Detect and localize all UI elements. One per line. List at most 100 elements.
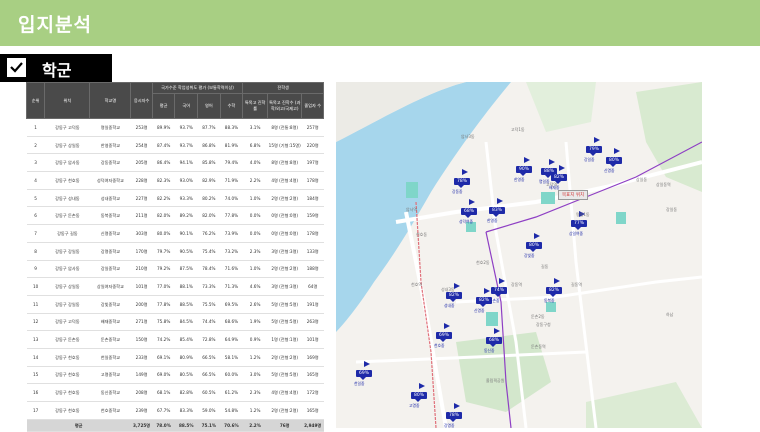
table-cell-grad: 197명 bbox=[301, 153, 324, 173]
school-score-marker[interactable]: 83% bbox=[489, 207, 506, 217]
table-average-row: 평균 3,725명 78.0% 88.5% 75.1% 70.6% 2.2% 76명 2,949… bbox=[26, 419, 324, 432]
school-map[interactable]: 78% 강동중 90% 한영중 79% 강일중 88% 명일중 82% 배재중 68% 성덕여중 83%… bbox=[336, 82, 702, 428]
col-adv-count: 특목고 진학수 (과학/외고/국제고) bbox=[266, 93, 303, 119]
table-cell-avg: 87.4% bbox=[152, 136, 175, 155]
average-cell: 2.2% bbox=[242, 419, 268, 432]
school-name-label: 강동중 bbox=[452, 189, 463, 194]
school-name-label: 신명중 bbox=[474, 308, 485, 313]
map-place-label: 천호동 bbox=[416, 232, 428, 237]
table-cell-adv: 2명 (전형:2명) bbox=[267, 260, 302, 279]
table-cell-adv: 0명 (전형:0명) bbox=[267, 206, 302, 226]
table-cell-adv: 2명 (전형:2명) bbox=[267, 401, 302, 420]
table-cell-avg: 82.0% bbox=[152, 206, 175, 226]
table-cell-loc: 강동구 천호동 bbox=[44, 383, 90, 402]
table-row: 2 강동구 상일동 한영중학교 254명 87.4% 93.7% 86.8% 81.9% 6.8… bbox=[26, 136, 324, 155]
table-cell-school: 강빛중학교 bbox=[89, 295, 131, 314]
school-score-marker[interactable]: 82% bbox=[546, 287, 563, 297]
table-cell-school: 성내중학교 bbox=[89, 189, 131, 208]
table-cell-math: 71.3% bbox=[220, 277, 243, 296]
school-name-label: 강빛중 bbox=[524, 253, 535, 258]
section-title: 학군 bbox=[42, 61, 72, 80]
school-score-marker[interactable]: 82% bbox=[551, 174, 568, 184]
table-cell-avg: 77.8% bbox=[152, 295, 175, 314]
school-score-marker[interactable]: 90% bbox=[516, 166, 533, 176]
table-cell-takers: 239명 bbox=[130, 401, 153, 420]
table-cell-rate: 1.9% bbox=[242, 313, 268, 332]
table-cell-loc: 강동구 상일동 bbox=[44, 277, 90, 296]
table-cell-rate: 1.0% bbox=[242, 260, 268, 279]
table-cell-n: 3 bbox=[26, 153, 45, 173]
school-score-marker[interactable]: 78% bbox=[446, 412, 463, 422]
target-location-label[interactable]: 목표지 위치 bbox=[558, 190, 589, 200]
table-cell-kor: 80.5% bbox=[174, 366, 198, 385]
map-place-label: 둔촌2동 bbox=[531, 314, 545, 319]
table-cell-school: 배재중학교 bbox=[89, 313, 131, 332]
school-score-marker[interactable]: 80% bbox=[526, 242, 543, 252]
table-cell-n: 15 bbox=[26, 366, 45, 385]
table-cell-math: 73.2% bbox=[220, 242, 243, 261]
table-cell-n: 12 bbox=[26, 313, 45, 332]
table-cell-eng: 78.4% bbox=[197, 260, 221, 279]
table-cell-grad: 220명 bbox=[301, 136, 324, 155]
school-score-marker[interactable]: 69% bbox=[436, 332, 453, 342]
table-cell-math: 74.0% bbox=[220, 189, 243, 208]
table-row: 7 강동구 길동 신명중학교 303명 80.0% 90.1% 76.2% 73.9% 0.0%… bbox=[26, 224, 324, 243]
school-name-label: 둔촌중 bbox=[489, 298, 500, 303]
table-row: 13 강동구 둔촌동 둔촌중학교 150명 74.2% 85.4% 72.8% 64.9% 0.… bbox=[26, 330, 324, 349]
table-cell-adv: 0명 (전형:0명) bbox=[267, 224, 302, 243]
school-score-marker[interactable]: 80% bbox=[411, 392, 428, 402]
table-cell-adv: 8명 (전형:8명) bbox=[267, 153, 302, 173]
table-cell-n: 11 bbox=[26, 295, 45, 314]
table-cell-avg: 69.0% bbox=[152, 366, 175, 385]
map-place-label: 길동역 bbox=[571, 282, 583, 287]
table-cell-grad: 64명 bbox=[301, 277, 324, 296]
school-score-marker[interactable]: 68% bbox=[461, 208, 478, 218]
table-cell-avg: 77.0% bbox=[152, 277, 175, 296]
section-heading: 학군 bbox=[0, 54, 112, 82]
school-score-marker[interactable]: 74% bbox=[491, 287, 508, 297]
table-cell-rate: 0.0% bbox=[242, 206, 268, 226]
table-cell-adv: 2명 (전형:2명) bbox=[267, 348, 302, 367]
school-score-marker[interactable]: 79% bbox=[586, 146, 603, 156]
school-score-marker[interactable]: 68% bbox=[486, 337, 503, 347]
map-place-label: 하남 bbox=[666, 312, 674, 317]
school-score-marker[interactable]: 77% bbox=[571, 220, 588, 230]
school-name-label: 동북중 bbox=[544, 298, 555, 303]
table-cell-avg: 86.4% bbox=[152, 153, 175, 173]
average-cell: 78.0% bbox=[152, 419, 175, 432]
table-cell-adv: 8명 (전통:8명) bbox=[267, 118, 302, 137]
table-row: 10 강동구 상일동 상일여자중학교 101명 77.0% 88.1% 73.3% 71.3%… bbox=[26, 277, 324, 296]
table-cell-adv: 3명 (전형:3명) bbox=[267, 277, 302, 296]
table-row: 11 강동구 강일동 강빛중학교 200명 77.8% 88.5% 75.5% 69.5% 2.… bbox=[26, 295, 324, 314]
table-cell-grad: 263명 bbox=[301, 313, 324, 332]
table-cell-avg: 69.1% bbox=[152, 348, 175, 367]
table-cell-eng: 59.0% bbox=[197, 401, 221, 420]
table-cell-school: 상일여자중학교 bbox=[89, 277, 131, 296]
table-cell-loc: 강동구 천호동 bbox=[44, 366, 90, 385]
table-cell-loc: 강동구 둔촌동 bbox=[44, 330, 90, 349]
table-cell-eng: 75.5% bbox=[197, 295, 221, 314]
table-cell-adv: 1명 (전형:1명) bbox=[267, 330, 302, 349]
col-graduates: 졸업자 수 bbox=[301, 93, 324, 119]
table-cell-grad: 165명 bbox=[301, 366, 324, 385]
table-cell-rate: 2.2% bbox=[242, 171, 268, 190]
table-cell-math: 68.6% bbox=[220, 313, 243, 332]
map-place-label: 상일동역 bbox=[656, 182, 671, 187]
col-transfer: 전학생 bbox=[242, 82, 324, 94]
school-score-marker[interactable]: 80% bbox=[606, 157, 623, 167]
average-cell: 3,725명 bbox=[130, 419, 153, 432]
school-score-marker[interactable]: 69% bbox=[356, 370, 373, 380]
table-cell-n: 17 bbox=[26, 401, 45, 420]
table-cell-n: 5 bbox=[26, 189, 45, 208]
table-cell-rate: 1.2% bbox=[242, 348, 268, 367]
school-score-marker[interactable]: 82% bbox=[446, 292, 463, 302]
school-name-label: 신명중 bbox=[604, 168, 615, 173]
map-place-label: 명일1동 bbox=[576, 212, 590, 217]
table-cell-math: 88.3% bbox=[220, 118, 243, 137]
school-score-marker[interactable]: 78% bbox=[454, 178, 471, 188]
table-row: 14 강동구 천호동 천일중학교 233명 69.1% 80.9% 66.5% 58.1% 1.… bbox=[26, 348, 324, 367]
table-cell-school: 명일중학교 bbox=[89, 118, 131, 137]
map-base bbox=[336, 82, 702, 428]
table-cell-kor: 82.8% bbox=[174, 383, 198, 402]
table-cell-grad: 178명 bbox=[301, 171, 324, 190]
